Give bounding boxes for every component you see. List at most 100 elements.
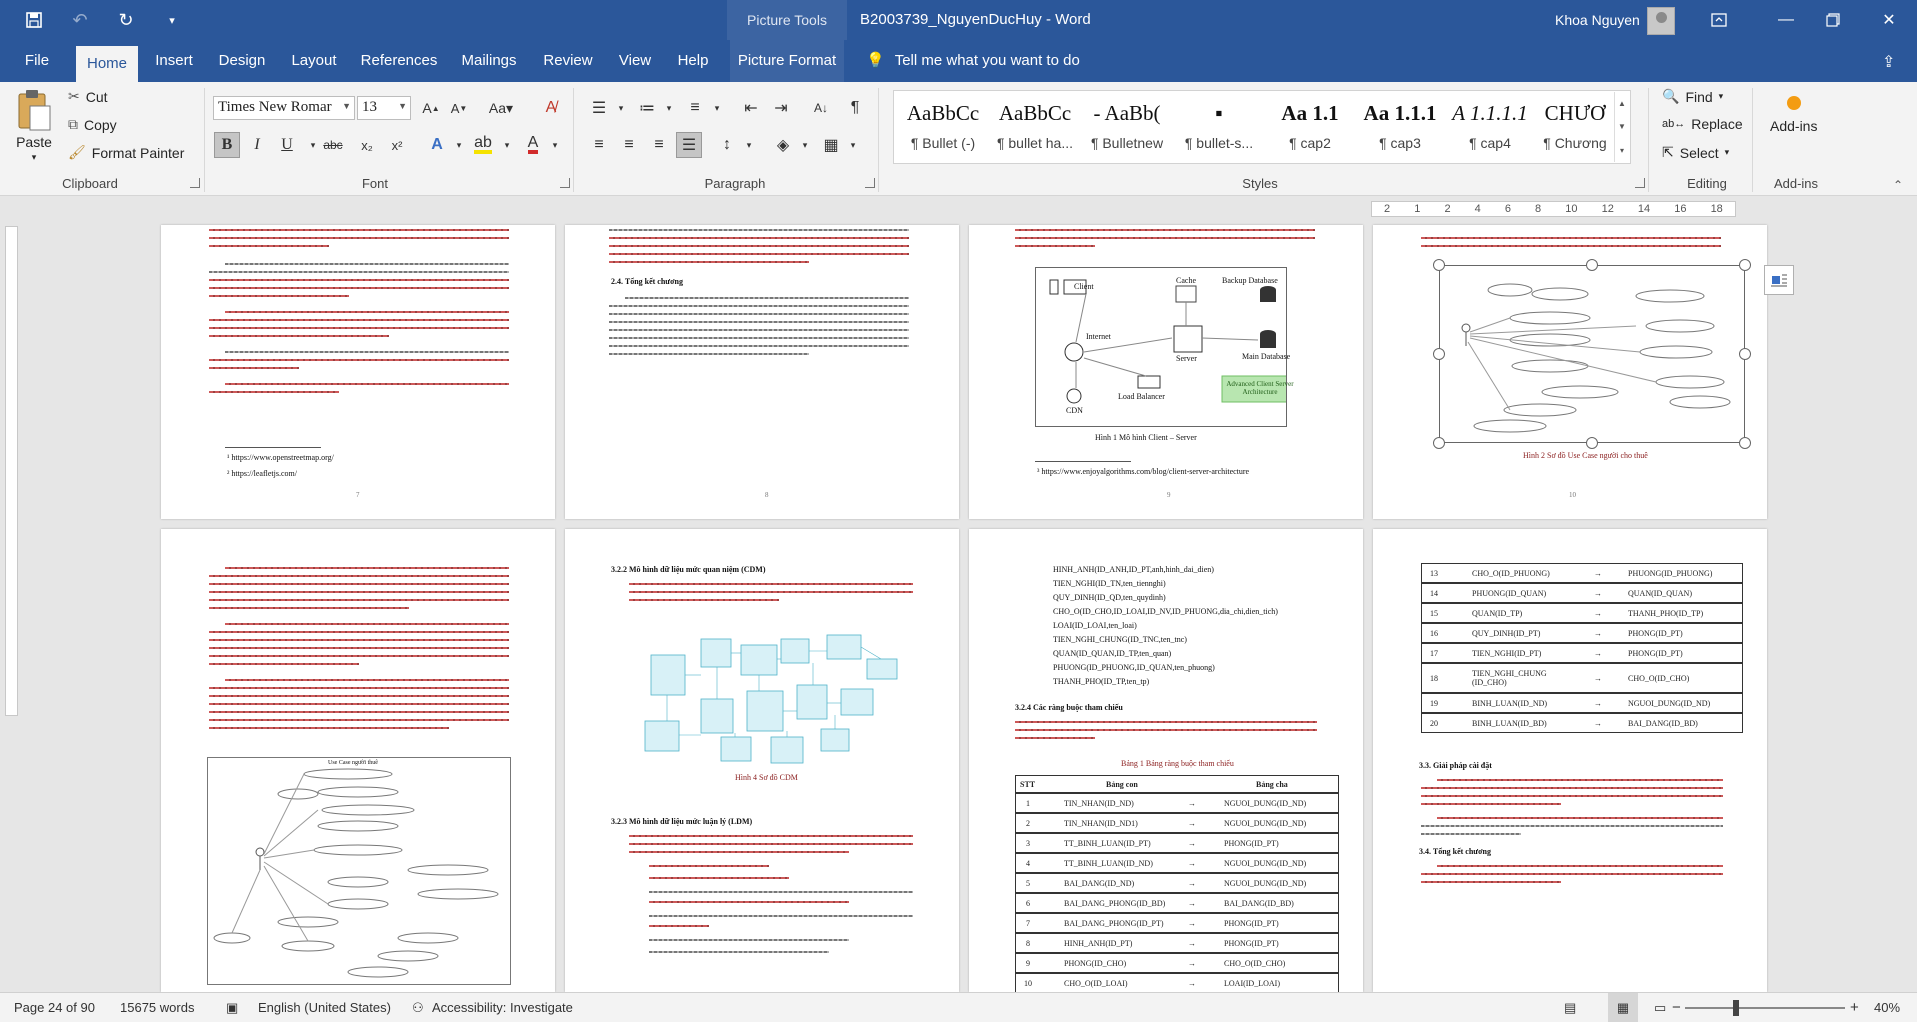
format-painter-button[interactable]: 🖌 Format Painter: [68, 144, 184, 161]
resize-handle[interactable]: [1739, 348, 1751, 360]
more-styles-icon[interactable]: ▾: [1620, 146, 1624, 155]
chevron-down-icon[interactable]: ▾: [704, 95, 730, 121]
minimize-icon[interactable]: —: [1763, 0, 1809, 40]
chevron-down-icon[interactable]: ▾: [494, 132, 520, 158]
undo-icon[interactable]: ↶: [64, 4, 96, 36]
cdm-diagram-image[interactable]: [631, 625, 901, 767]
layout-options-button[interactable]: [1764, 265, 1794, 295]
zoom-slider[interactable]: [1685, 1007, 1845, 1009]
align-right-icon[interactable]: ≡: [646, 132, 672, 158]
chevron-up-icon[interactable]: ▲: [1618, 99, 1626, 108]
zoom-in-icon[interactable]: +: [1850, 993, 1859, 1022]
user-name[interactable]: Khoa Nguyen: [1555, 0, 1640, 40]
zoom-slider-thumb[interactable]: [1733, 1000, 1739, 1016]
select-button[interactable]: ⇱ Select ▾: [1662, 144, 1729, 161]
tab-picture-format[interactable]: Picture Format: [730, 40, 844, 82]
tab-home[interactable]: Home: [76, 46, 138, 82]
align-left-icon[interactable]: ≡: [586, 132, 612, 158]
style-item[interactable]: A 1.1.1.1 ¶ cap4: [1446, 91, 1534, 165]
ribbon-display-options-icon[interactable]: [1696, 0, 1742, 40]
increase-indent-icon[interactable]: ⇥: [768, 95, 794, 121]
tab-file[interactable]: File: [14, 40, 60, 82]
style-item[interactable]: - AaBb(¶ Bulletnew: [1082, 91, 1172, 165]
read-mode-icon[interactable]: ▤: [1564, 993, 1576, 1022]
chevron-down-icon[interactable]: ▾: [840, 132, 866, 158]
tab-references[interactable]: References: [356, 40, 442, 82]
superscript-button[interactable]: x²: [384, 132, 410, 158]
page-8[interactable]: 2.4. Tổng kết chương 8: [565, 225, 959, 519]
zoom-level[interactable]: 40%: [1874, 993, 1900, 1022]
chevron-down-icon[interactable]: ▼: [1618, 122, 1626, 131]
resize-handle[interactable]: [1586, 437, 1598, 449]
chevron-down-icon[interactable]: ▾: [736, 132, 762, 158]
page-11[interactable]: Use Case người thuê: [161, 529, 555, 992]
chevron-down-icon[interactable]: ▾: [446, 132, 472, 158]
web-layout-icon[interactable]: ▭: [1654, 993, 1666, 1022]
use-case-diagram-image[interactable]: [1439, 265, 1745, 443]
close-icon[interactable]: ✕: [1866, 0, 1912, 40]
zoom-out-icon[interactable]: −: [1672, 993, 1681, 1022]
paragraph-launcher-icon[interactable]: [865, 178, 875, 188]
language-status[interactable]: English (United States): [258, 993, 391, 1022]
customize-toolbar-icon[interactable]: ▾: [156, 4, 188, 36]
strikethrough-button[interactable]: abc: [320, 132, 346, 158]
style-item[interactable]: Aa 1.1.1 ¶ cap3: [1356, 91, 1444, 165]
style-item[interactable]: AaBbCc ¶ Bullet (-): [898, 91, 988, 165]
cut-button[interactable]: ✂ Cut: [68, 88, 108, 105]
tab-review[interactable]: Review: [536, 40, 600, 82]
use-case-diagram-image[interactable]: Use Case người thuê: [207, 757, 511, 985]
client-server-diagram[interactable]: Client Cache Backup Database Internet Se…: [1035, 267, 1297, 427]
shrink-font-icon[interactable]: A ▼: [446, 95, 472, 121]
paste-button[interactable]: Paste ▾: [16, 88, 52, 163]
page-10[interactable]: Hình 2 Sơ đồ Use Case người cho thuê 10: [1373, 225, 1767, 519]
tab-help[interactable]: Help: [670, 40, 716, 82]
resize-handle[interactable]: [1433, 437, 1445, 449]
chevron-down-icon[interactable]: ▾: [608, 95, 634, 121]
add-ins-button[interactable]: Add-ins: [1770, 96, 1817, 134]
change-case-icon[interactable]: Aa▾: [484, 95, 518, 121]
resize-handle[interactable]: [1739, 437, 1751, 449]
bold-button[interactable]: B: [214, 132, 240, 158]
font-launcher-icon[interactable]: [560, 178, 570, 188]
sort-icon[interactable]: A↓: [808, 95, 834, 121]
collapse-ribbon-icon[interactable]: ⌃: [1893, 178, 1903, 192]
print-layout-icon[interactable]: ▦: [1608, 993, 1638, 1022]
resize-handle[interactable]: [1739, 259, 1751, 271]
grow-font-icon[interactable]: A ▲: [418, 95, 444, 121]
restore-icon[interactable]: [1810, 0, 1856, 40]
style-item[interactable]: CHƯƠ ¶ Chương: [1536, 91, 1614, 165]
proofing-icon[interactable]: ▣: [226, 993, 238, 1022]
page-12[interactable]: 3.2.2 Mô hình dữ liệu mức quan niệm (CDM…: [565, 529, 959, 992]
chevron-down-icon[interactable]: ▾: [542, 132, 568, 158]
page-13[interactable]: HINH_ANH(ID_ANH,ID_PT,anh,hinh_dai_dien)…: [969, 529, 1363, 992]
pilcrow-icon[interactable]: ¶: [842, 95, 868, 121]
clipboard-launcher-icon[interactable]: [190, 178, 200, 188]
tab-mailings[interactable]: Mailings: [454, 40, 524, 82]
underline-button[interactable]: U: [274, 132, 300, 158]
styles-gallery[interactable]: AaBbCc ¶ Bullet (-) AaBbCc ¶ bullet ha... …: [893, 90, 1631, 164]
styles-launcher-icon[interactable]: [1635, 178, 1645, 188]
tell-me-search[interactable]: 💡 Tell me what you want to do: [866, 40, 1080, 82]
accessibility-status[interactable]: Accessibility: Investigate: [432, 993, 573, 1022]
style-item[interactable]: ▪ ¶ bullet-s...: [1174, 91, 1264, 165]
tab-view[interactable]: View: [612, 40, 658, 82]
style-item[interactable]: AaBbCc ¶ bullet ha...: [990, 91, 1080, 165]
chevron-down-icon[interactable]: ▾: [792, 132, 818, 158]
copy-button[interactable]: ⧉ Copy: [68, 116, 117, 133]
resize-handle[interactable]: [1433, 259, 1445, 271]
tab-insert[interactable]: Insert: [148, 40, 200, 82]
page-9[interactable]: Client Cache Backup Database Internet Se…: [969, 225, 1363, 519]
align-center-icon[interactable]: ≡: [616, 132, 642, 158]
tab-design[interactable]: Design: [212, 40, 272, 82]
styles-scroll[interactable]: ▲ ▼ ▾: [1614, 92, 1629, 162]
decrease-indent-icon[interactable]: ⇤: [738, 95, 764, 121]
page-14[interactable]: 13 CHO_O(ID_PHUONG) → PHUONG(ID_PHUONG) 14 P…: [1373, 529, 1767, 992]
share-icon[interactable]: ⇪: [1882, 52, 1895, 72]
clear-formatting-icon[interactable]: A̸: [538, 95, 564, 121]
chevron-down-icon[interactable]: ▾: [656, 95, 682, 121]
tab-layout[interactable]: Layout: [284, 40, 344, 82]
redo-icon[interactable]: ↻: [110, 4, 142, 36]
italic-button[interactable]: I: [244, 132, 270, 158]
subscript-button[interactable]: x₂: [354, 132, 380, 158]
justify-icon[interactable]: ☰: [676, 132, 702, 158]
